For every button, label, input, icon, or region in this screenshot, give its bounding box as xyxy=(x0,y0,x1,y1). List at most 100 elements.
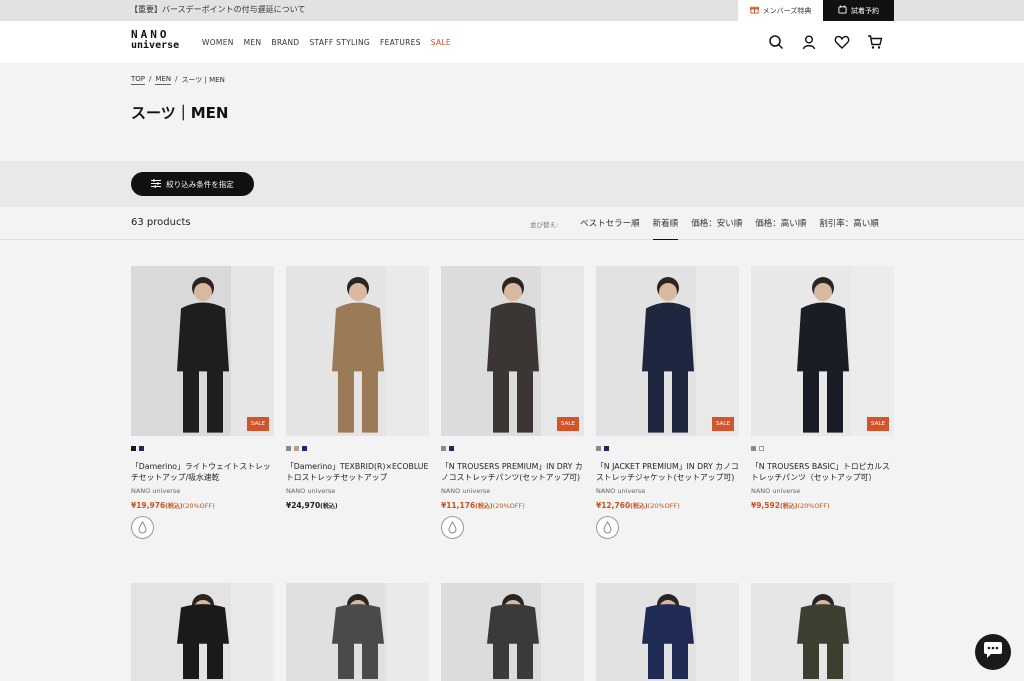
page-title: スーツ｜MEN xyxy=(131,104,229,122)
nav-women[interactable]: WOMEN xyxy=(202,38,234,47)
product-card[interactable]: SALE 「Damerino」ライトウェイトストレッチセットアップ/吸水速乾 NAN… xyxy=(131,266,274,539)
nav-features[interactable]: FEATURES xyxy=(380,38,421,47)
calendar-icon xyxy=(838,5,847,16)
brand-logo[interactable]: NANO universe xyxy=(131,29,179,51)
product-card[interactable]: SALE 「N TROUSERS PREMIUM」IN DRY カノコストレッチパ… xyxy=(441,266,584,539)
price-tax: (税込) xyxy=(475,503,493,510)
product-brand: NANO universe xyxy=(286,487,336,495)
sort-price-low[interactable]: 価格：安い順 xyxy=(691,217,742,240)
product-price: ¥19,976(税込)(20%OFF) xyxy=(131,501,274,510)
nav-men[interactable]: MEN xyxy=(244,38,262,47)
fitting-reservation-button[interactable]: 試着予約 xyxy=(823,0,894,21)
product-image[interactable] xyxy=(131,583,274,681)
nav-brand[interactable]: BRAND xyxy=(271,38,299,47)
product-image[interactable] xyxy=(286,583,429,681)
gift-icon xyxy=(749,5,759,16)
nav-sale[interactable]: SALE xyxy=(431,38,451,47)
price-tax: (税込) xyxy=(165,503,183,510)
product-price: ¥9,592(税込)(20%OFF) xyxy=(751,501,894,510)
product-image[interactable]: SALE xyxy=(441,266,584,436)
logo-line-2: universe xyxy=(131,40,180,51)
product-brand: NANO universe xyxy=(596,487,646,495)
color-swatch[interactable] xyxy=(596,446,601,451)
price-value: ¥19,976 xyxy=(131,501,166,510)
color-swatch[interactable] xyxy=(449,446,454,451)
breadcrumb-men[interactable]: MEN xyxy=(155,75,172,85)
product-brand: NANO universe xyxy=(131,487,181,495)
product-image[interactable]: SALE xyxy=(131,266,274,436)
color-swatch[interactable] xyxy=(139,446,144,451)
price-discount: (20%OFF) xyxy=(492,502,525,510)
product-card[interactable]: SALE 「N TROUSERS BASIC」トロピカルストレッチパンツ（セットア… xyxy=(751,266,894,510)
product-card[interactable] xyxy=(751,583,894,681)
color-swatch[interactable] xyxy=(294,446,299,451)
color-swatches xyxy=(286,446,429,452)
product-card[interactable] xyxy=(441,583,584,681)
price-value: ¥9,592 xyxy=(751,501,780,510)
price-tax: (税込) xyxy=(779,503,798,510)
color-swatch[interactable] xyxy=(751,446,756,451)
sort-price-high[interactable]: 価格：高い順 xyxy=(755,217,806,240)
sale-badge: SALE xyxy=(712,417,734,431)
color-swatch[interactable] xyxy=(131,446,136,451)
price-discount: (20%OFF) xyxy=(182,502,215,510)
sort-discount-high[interactable]: 割引率：高い順 xyxy=(819,217,879,240)
price-value: ¥11,176 xyxy=(441,501,476,510)
product-name[interactable]: 「Damerino」ライトウェイトストレッチセットアップ/吸水速乾 xyxy=(131,461,274,483)
chat-button[interactable] xyxy=(975,634,1011,670)
logo-line-1: NANO xyxy=(131,28,170,41)
product-name[interactable]: 「N JACKET PREMIUM」IN DRY カノコストレッチジャケット(セ… xyxy=(596,461,739,483)
product-card[interactable]: 「Damerino」TEXBRID(R)×ECOBLUEトロストレッチセットアッ… xyxy=(286,266,429,510)
cart-icon[interactable] xyxy=(867,34,883,50)
product-card[interactable] xyxy=(286,583,429,681)
color-swatches xyxy=(596,446,739,452)
color-swatch[interactable] xyxy=(759,446,764,451)
filter-button[interactable]: 絞り込み条件を指定 xyxy=(131,172,254,196)
fitting-reservation-label: 試着予約 xyxy=(851,6,879,15)
product-card[interactable] xyxy=(596,583,739,681)
header-icons xyxy=(768,34,883,50)
product-image[interactable] xyxy=(751,583,894,681)
product-name[interactable]: 「Damerino」TEXBRID(R)×ECOBLUEトロストレッチセットアッ… xyxy=(286,461,429,483)
color-swatch[interactable] xyxy=(286,446,291,451)
price-discount: (20%OFF) xyxy=(647,502,680,510)
color-swatch[interactable] xyxy=(604,446,609,451)
color-swatches xyxy=(751,446,894,452)
product-image[interactable] xyxy=(441,583,584,681)
price-value: ¥24,970 xyxy=(286,501,321,510)
product-name[interactable]: 「N TROUSERS BASIC」トロピカルストレッチパンツ（セットアップ可） xyxy=(751,461,894,483)
product-card[interactable]: SALE 「N JACKET PREMIUM」IN DRY カノコストレッチジャケ… xyxy=(596,266,739,539)
color-swatches xyxy=(441,446,584,452)
water-absorbent-icon xyxy=(131,516,154,539)
members-benefit-button[interactable]: メンバーズ特典 xyxy=(738,0,823,21)
water-absorbent-icon xyxy=(596,516,619,539)
product-image[interactable]: SALE xyxy=(751,266,894,436)
breadcrumb-top[interactable]: TOP xyxy=(131,75,146,85)
notice-link[interactable]: 【重要】バースデーポイントの付与遅延について xyxy=(130,4,305,15)
price-tax: (税込) xyxy=(320,503,338,510)
product-image[interactable] xyxy=(286,266,429,436)
main-nav: WOMEN MEN BRAND STAFF STYLING FEATURES S… xyxy=(202,38,451,47)
sort-newest[interactable]: 新着順 xyxy=(652,217,679,240)
sale-badge: SALE xyxy=(247,417,269,431)
product-price: ¥11,176(税込)(20%OFF) xyxy=(441,501,584,510)
heart-icon[interactable] xyxy=(834,34,850,50)
product-name[interactable]: 「N TROUSERS PREMIUM」IN DRY カノコストレッチパンツ(セ… xyxy=(441,461,584,483)
sale-badge: SALE xyxy=(557,417,579,431)
product-count: 63 products xyxy=(131,217,191,228)
color-swatch[interactable] xyxy=(302,446,307,451)
product-image[interactable] xyxy=(596,583,739,681)
nav-staff-styling[interactable]: STAFF STYLING xyxy=(309,38,370,47)
product-image[interactable]: SALE xyxy=(596,266,739,436)
breadcrumb-separator: / xyxy=(149,75,152,83)
sale-badge: SALE xyxy=(867,417,889,431)
product-brand: NANO universe xyxy=(751,487,801,495)
price-discount: (20%OFF) xyxy=(797,502,830,510)
color-swatch[interactable] xyxy=(441,446,446,451)
breadcrumb: TOP / MEN / スーツ | MEN xyxy=(131,75,225,85)
search-icon[interactable] xyxy=(768,34,784,50)
user-icon[interactable] xyxy=(801,34,817,50)
sort-bestseller[interactable]: ベストセラー順 xyxy=(580,217,640,240)
filter-icon xyxy=(151,178,162,190)
product-card[interactable] xyxy=(131,583,274,681)
